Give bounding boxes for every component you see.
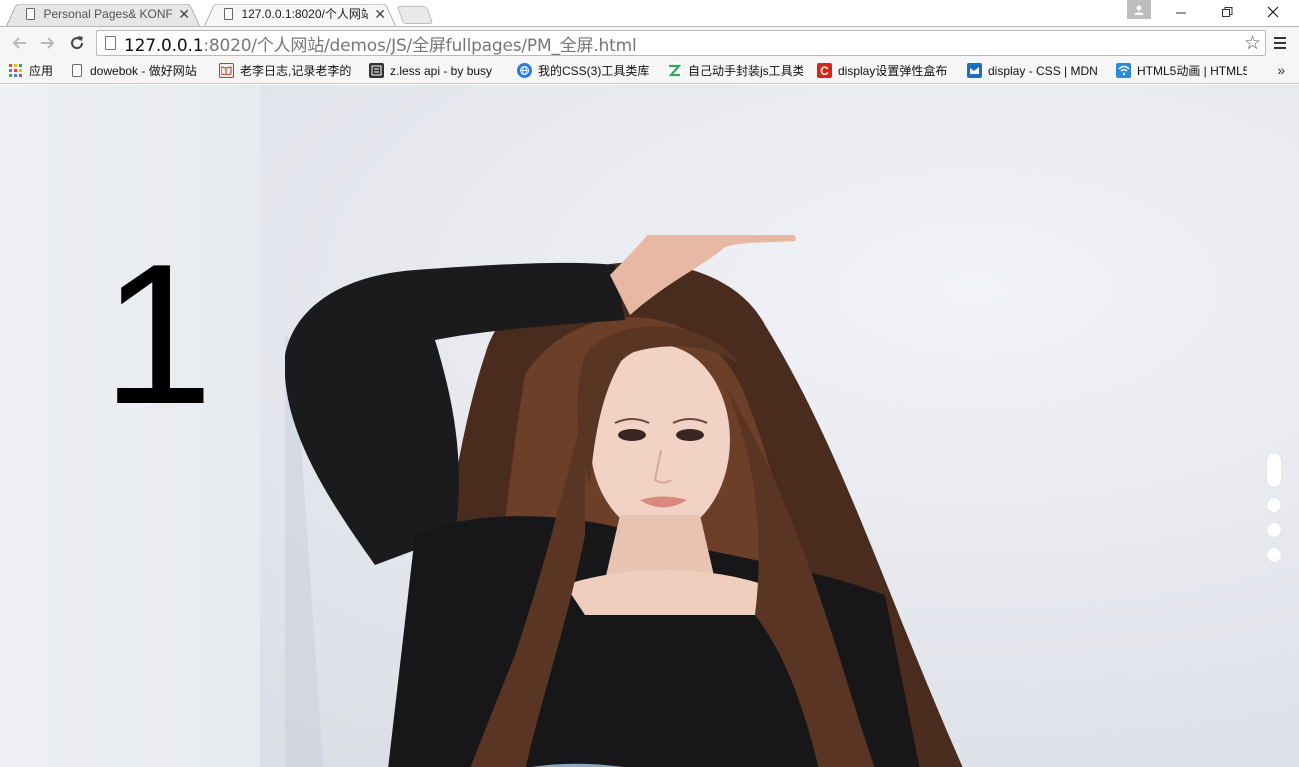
page-icon xyxy=(224,7,234,20)
csdn-icon: C xyxy=(817,63,832,78)
bookmark-label: dowebok - 做好网站 xyxy=(90,64,197,78)
restore-button[interactable] xyxy=(1204,0,1250,24)
mdn-icon xyxy=(967,63,982,78)
browser-toolbar: 127.0.0.1:8020/个人网站/demos/JS/全屏fullpages… xyxy=(0,26,1299,58)
title-bar: Personal Pages& KONF ✕ 127.0.0.1:8020/个人… xyxy=(0,0,1299,27)
page-icon xyxy=(72,64,82,77)
profile-avatar-icon[interactable] xyxy=(1127,0,1151,19)
address-bar[interactable]: 127.0.0.1:8020/个人网站/demos/JS/全屏fullpages… xyxy=(96,30,1266,56)
bookmark-label: HTML5动画 | HTML5 xyxy=(1137,64,1247,78)
bookmark-display-flex[interactable]: C display设置弹性盒布 xyxy=(809,60,959,82)
bookmark-label: 老李日志,记录老李的 xyxy=(240,64,352,78)
pagination-dot-4[interactable] xyxy=(1267,548,1281,562)
back-button[interactable] xyxy=(7,31,31,55)
forward-button[interactable] xyxy=(36,31,60,55)
forward-arrow-icon xyxy=(41,37,55,49)
hero-photo xyxy=(285,235,963,767)
bookmark-label: display设置弹性盒布 xyxy=(838,64,948,78)
url-path: :8020/个人网站/demos/JS/全屏fullpages/PM_全屏.ht… xyxy=(203,35,637,56)
bookmarks-bar: 应用 dowebok - 做好网站 老李日志,记录老李的 z.less api … xyxy=(0,58,1299,84)
back-arrow-icon xyxy=(12,37,26,49)
close-window-button[interactable] xyxy=(1250,0,1296,24)
apps-grid-icon xyxy=(8,63,23,78)
tab-title: 127.0.0.1:8020/个人网站/ xyxy=(241,7,369,21)
hamburger-menu-icon xyxy=(1274,37,1286,49)
bookmark-zless[interactable]: z.less api - by busy xyxy=(361,60,509,82)
tab-personal-pages[interactable]: Personal Pages& KONF ✕ xyxy=(6,1,200,27)
close-tab-icon[interactable]: ✕ xyxy=(178,7,190,21)
page-icon xyxy=(105,36,116,50)
bookmark-laoli[interactable]: 老李日志,记录老李的 xyxy=(211,60,361,82)
bookmark-star-icon[interactable]: ☆ xyxy=(1244,32,1261,55)
slide-number: 1 xyxy=(102,223,214,446)
bookmark-label: z.less api - by busy xyxy=(390,63,493,78)
tab-current-page[interactable]: 127.0.0.1:8020/个人网站/ ✕ xyxy=(204,1,396,27)
globe-icon xyxy=(517,63,532,78)
pagination-dot-3[interactable] xyxy=(1267,523,1281,537)
bookmark-js-tools[interactable]: 自己动手封装js工具类 xyxy=(659,60,809,82)
reload-button[interactable] xyxy=(65,31,89,55)
bookmark-apps[interactable]: 应用 xyxy=(0,60,64,82)
bookmark-mdn-display[interactable]: display - CSS | MDN xyxy=(959,60,1108,82)
minimize-button[interactable] xyxy=(1158,0,1204,24)
zless-icon xyxy=(369,63,384,78)
bookmark-label: display - CSS | MDN xyxy=(988,63,1098,78)
reload-icon xyxy=(71,36,84,50)
fullpage-section: 1 xyxy=(0,85,1299,767)
book-icon xyxy=(219,63,234,78)
chrome-menu-button[interactable] xyxy=(1270,33,1290,53)
bookmark-label: 自己动手封装js工具类 xyxy=(688,64,803,78)
bookmark-css-tools[interactable]: 我的CSS(3)工具类库 xyxy=(509,60,659,82)
bookmark-html5-animation[interactable]: HTML5动画 | HTML5 xyxy=(1108,60,1253,82)
more-bookmarks-chevron-icon[interactable]: » xyxy=(1277,62,1285,78)
page-icon xyxy=(26,7,36,20)
pagination-dot-1[interactable] xyxy=(1267,453,1281,487)
bookmark-label: 我的CSS(3)工具类库 xyxy=(538,64,650,78)
close-tab-icon[interactable]: ✕ xyxy=(374,7,386,21)
url-host: 127.0.0.1 xyxy=(124,35,204,56)
fullpage-pagination xyxy=(1267,453,1281,573)
bookmark-label: 应用 xyxy=(29,64,54,78)
pagination-dot-2[interactable] xyxy=(1267,498,1281,512)
tab-title: Personal Pages& KONF xyxy=(43,6,173,21)
wifi-icon xyxy=(1116,63,1131,78)
bookmark-dowebok[interactable]: dowebok - 做好网站 xyxy=(64,60,211,82)
z-icon xyxy=(667,63,682,78)
url-text[interactable]: 127.0.0.1:8020/个人网站/demos/JS/全屏fullpages… xyxy=(124,31,637,56)
new-tab-button[interactable] xyxy=(396,6,434,24)
